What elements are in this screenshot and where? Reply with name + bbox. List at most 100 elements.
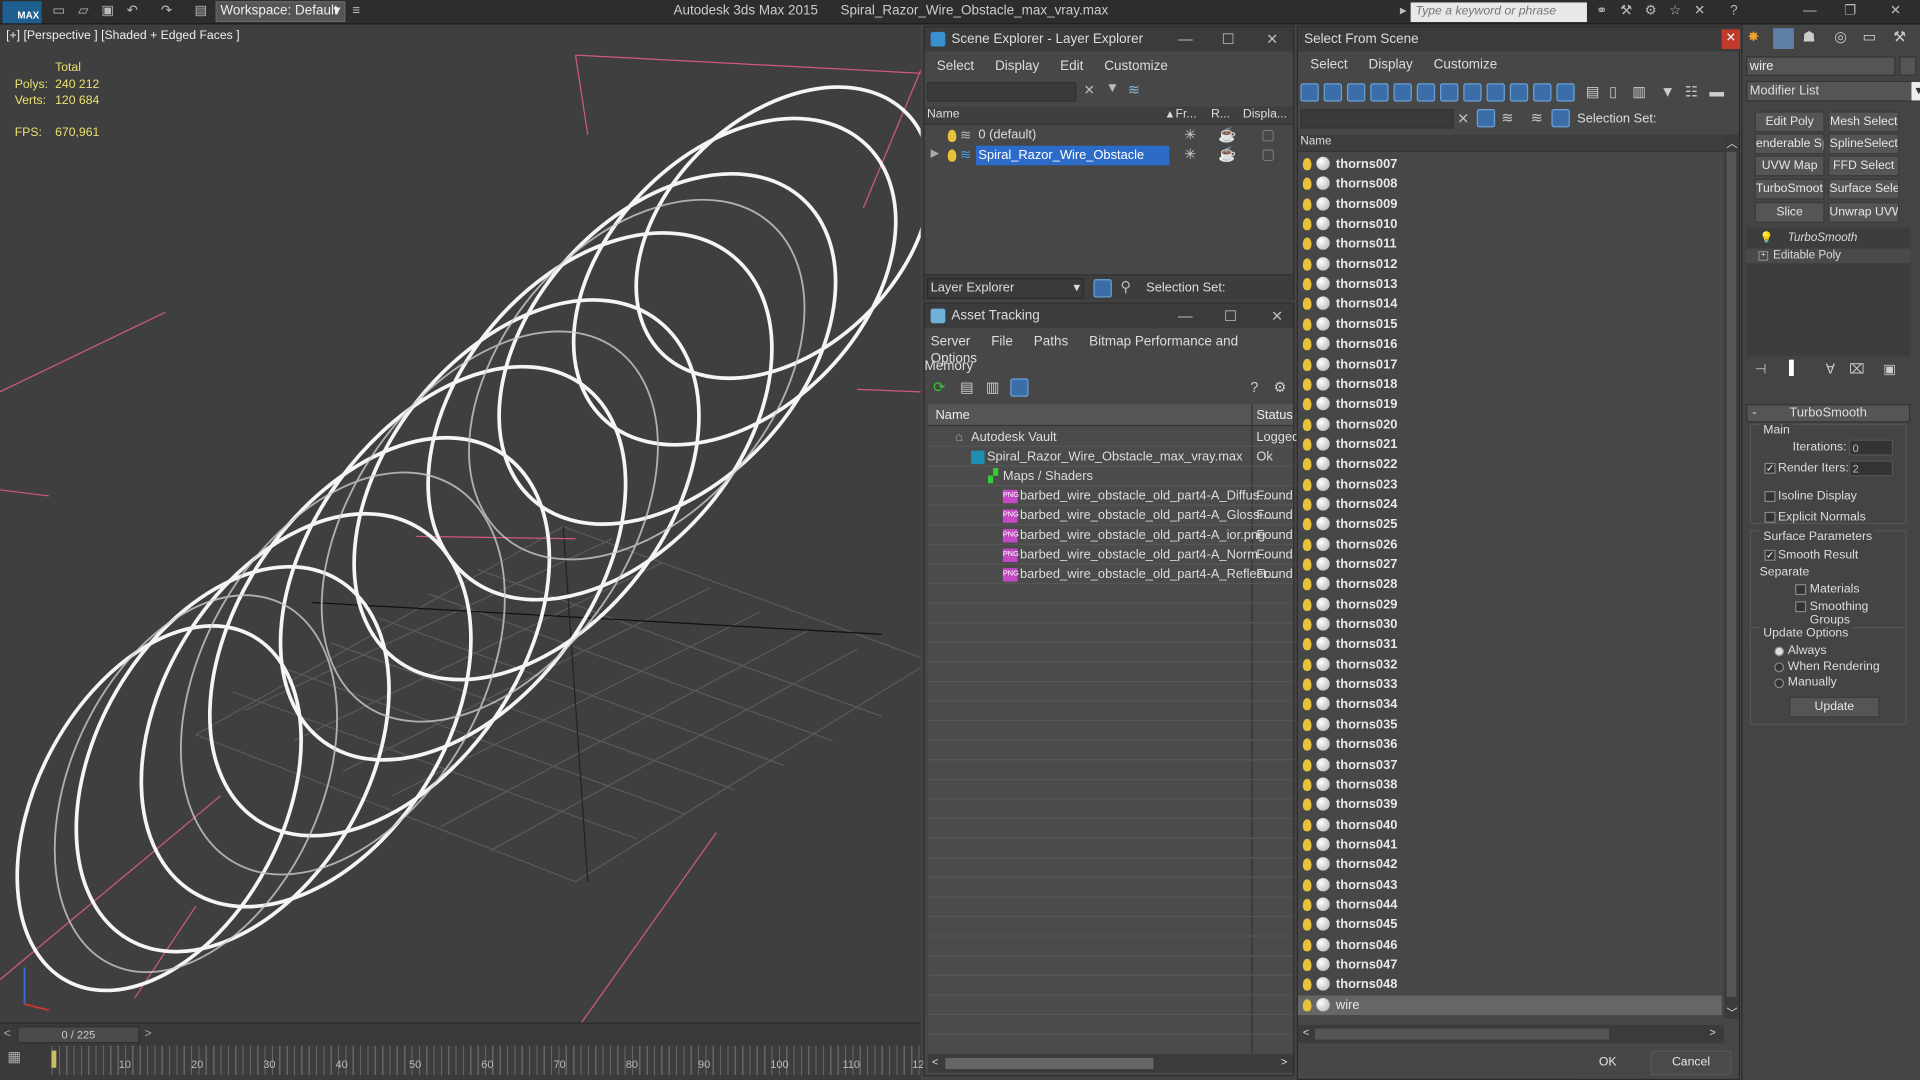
- object-list-item[interactable]: thorns016: [1298, 334, 1722, 354]
- asset-row[interactable]: PNG barbed_wire_obstacle_old_part4-A_Refl…: [928, 564, 1294, 585]
- list-icon[interactable]: ▤: [960, 378, 974, 395]
- lightbulb-icon[interactable]: [1302, 838, 1312, 851]
- find-input[interactable]: [1300, 108, 1454, 129]
- menu-customize[interactable]: Customize: [1104, 59, 1168, 74]
- update-button[interactable]: Update: [1788, 696, 1880, 718]
- lightbulb-icon[interactable]: [1302, 718, 1312, 731]
- lightbulb-icon[interactable]: [1302, 458, 1312, 471]
- menu-options[interactable]: Options: [931, 351, 977, 366]
- iterations-spinner[interactable]: 0: [1848, 439, 1894, 456]
- lightbulb-icon[interactable]: [947, 149, 957, 162]
- object-list-item[interactable]: thorns045: [1298, 915, 1722, 935]
- object-list-item[interactable]: thorns038: [1298, 775, 1722, 795]
- display-icon[interactable]: ▢: [1261, 146, 1275, 163]
- modifier-list-dropdown[interactable]: Modifier List ▾: [1746, 80, 1920, 102]
- scroll-thumb[interactable]: [1315, 1028, 1609, 1040]
- col-name[interactable]: Name: [927, 108, 960, 121]
- pin-stack-icon[interactable]: ⊣: [1755, 361, 1767, 377]
- asset-row[interactable]: ▞ Maps / Shaders: [928, 467, 1294, 487]
- object-list-item[interactable]: thorns017: [1298, 354, 1722, 374]
- lightbulb-icon[interactable]: [1302, 678, 1312, 691]
- lightbulb-icon[interactable]: [1302, 518, 1312, 531]
- prev-frame-icon[interactable]: <: [4, 1027, 11, 1040]
- lightbulb-icon[interactable]: [1302, 197, 1312, 211]
- object-list-item[interactable]: thorns030: [1298, 615, 1722, 635]
- object-list-item[interactable]: thorns022: [1298, 455, 1722, 475]
- object-list-item[interactable]: thorns007: [1298, 154, 1722, 174]
- object-list-item[interactable]: thorns011: [1298, 234, 1722, 254]
- layers-icon[interactable]: ≋: [1501, 109, 1513, 126]
- display-tab-icon[interactable]: ▭: [1862, 28, 1876, 45]
- object-list-item[interactable]: thorns009: [1298, 194, 1722, 214]
- lightbulb-icon[interactable]: [1302, 958, 1312, 972]
- object-list-item[interactable]: thorns034: [1298, 695, 1722, 715]
- spline-select-button[interactable]: SplineSelect: [1828, 133, 1900, 155]
- object-list-item[interactable]: thorns023: [1298, 475, 1722, 495]
- display-frozen-icon[interactable]: [1533, 83, 1552, 102]
- lightbulb-icon[interactable]: [1302, 918, 1312, 931]
- time-slider[interactable]: 0 / 225: [17, 1026, 140, 1044]
- render-iters-checkbox[interactable]: ✓: [1764, 462, 1776, 474]
- binoculars-icon[interactable]: ⚭: [1592, 2, 1612, 20]
- new-file-icon[interactable]: ▭: [49, 2, 69, 20]
- lightbulb-icon[interactable]: [1302, 258, 1312, 271]
- object-list-item[interactable]: thorns012: [1298, 254, 1722, 274]
- display-lights-icon[interactable]: [1346, 83, 1366, 102]
- object-list-item[interactable]: thorns033: [1298, 675, 1722, 695]
- lightbulb-icon[interactable]: [1302, 538, 1312, 551]
- object-list-item[interactable]: thorns037: [1298, 755, 1722, 775]
- scroll-down-icon[interactable]: ﹀: [1727, 1004, 1738, 1020]
- display-shapes-icon[interactable]: [1323, 83, 1343, 102]
- render-iters-spinner[interactable]: 2: [1848, 460, 1894, 477]
- open-file-icon[interactable]: ▱: [73, 2, 93, 20]
- display-geometry-icon[interactable]: [1300, 83, 1319, 102]
- modify-tab-icon[interactable]: [1773, 28, 1794, 49]
- invert-selection-icon[interactable]: ▥: [1632, 83, 1646, 100]
- find-input[interactable]: [926, 82, 1077, 102]
- object-list-item[interactable]: thorns015: [1298, 314, 1722, 334]
- lightbulb-icon[interactable]: [1302, 238, 1312, 251]
- display-helpers-icon[interactable]: [1393, 83, 1412, 102]
- scroll-thumb[interactable]: [945, 1057, 1154, 1069]
- object-list-item[interactable]: thorns014: [1298, 294, 1722, 314]
- display-warps-icon[interactable]: [1416, 83, 1436, 102]
- ffd-select-button[interactable]: FFD Select: [1828, 155, 1900, 177]
- display-hidden-icon[interactable]: [1556, 83, 1575, 102]
- edit-poly-button[interactable]: Edit Poly: [1754, 111, 1825, 133]
- object-list-item[interactable]: thorns043: [1298, 875, 1722, 895]
- lightbulb-icon[interactable]: [1302, 298, 1312, 311]
- object-list-item[interactable]: thorns019: [1298, 395, 1722, 415]
- snowflake-icon[interactable]: ✳: [1184, 126, 1196, 143]
- col-frozen[interactable]: Fr...: [1176, 108, 1197, 121]
- object-list-item[interactable]: thorns025: [1298, 515, 1722, 535]
- asset-row[interactable]: PNG barbed_wire_obstacle_old_part4-A_Glos…: [928, 506, 1294, 526]
- object-list-item[interactable]: thorns048: [1298, 975, 1722, 995]
- lightbulb-icon[interactable]: [1302, 738, 1312, 751]
- menu-customize[interactable]: Customize: [1434, 58, 1498, 73]
- menu-file[interactable]: File: [991, 334, 1013, 349]
- mini-curve-editor-icon[interactable]: ▦: [7, 1048, 34, 1070]
- expand-arrow-icon[interactable]: ▶: [931, 147, 939, 160]
- ok-button[interactable]: OK: [1567, 1050, 1649, 1076]
- scroll-right-icon[interactable]: >: [1709, 1026, 1715, 1038]
- col-status[interactable]: Status: [1256, 405, 1292, 425]
- object-list-item[interactable]: thorns008: [1298, 174, 1722, 194]
- object-list-item[interactable]: thorns035: [1298, 715, 1722, 735]
- explicit-normals-checkbox[interactable]: [1764, 511, 1776, 523]
- subscription-icon[interactable]: ⚒: [1616, 2, 1636, 20]
- object-list-item[interactable]: thorns013: [1298, 274, 1722, 294]
- select-from-scene-titlebar[interactable]: Select From Scene ✕: [1297, 26, 1741, 52]
- smoothing-groups-checkbox[interactable]: [1795, 601, 1807, 613]
- object-list-item[interactable]: thorns020: [1298, 415, 1722, 435]
- motion-tab-icon[interactable]: ◎: [1834, 28, 1847, 45]
- mesh-select-button[interactable]: Mesh Select: [1828, 111, 1900, 133]
- lightbulb-icon[interactable]: [1302, 898, 1312, 911]
- col-name[interactable]: Name: [1300, 135, 1331, 148]
- menu-paths[interactable]: Paths: [1034, 334, 1068, 349]
- hold-icon[interactable]: ▤: [191, 2, 211, 20]
- lightbulb-icon[interactable]: [1302, 778, 1312, 791]
- undo-icon[interactable]: ↶: [122, 2, 142, 20]
- display-cameras-icon[interactable]: [1370, 83, 1389, 102]
- lightbulb-icon[interactable]: [1302, 498, 1312, 511]
- display-icon[interactable]: ▢: [1261, 126, 1275, 143]
